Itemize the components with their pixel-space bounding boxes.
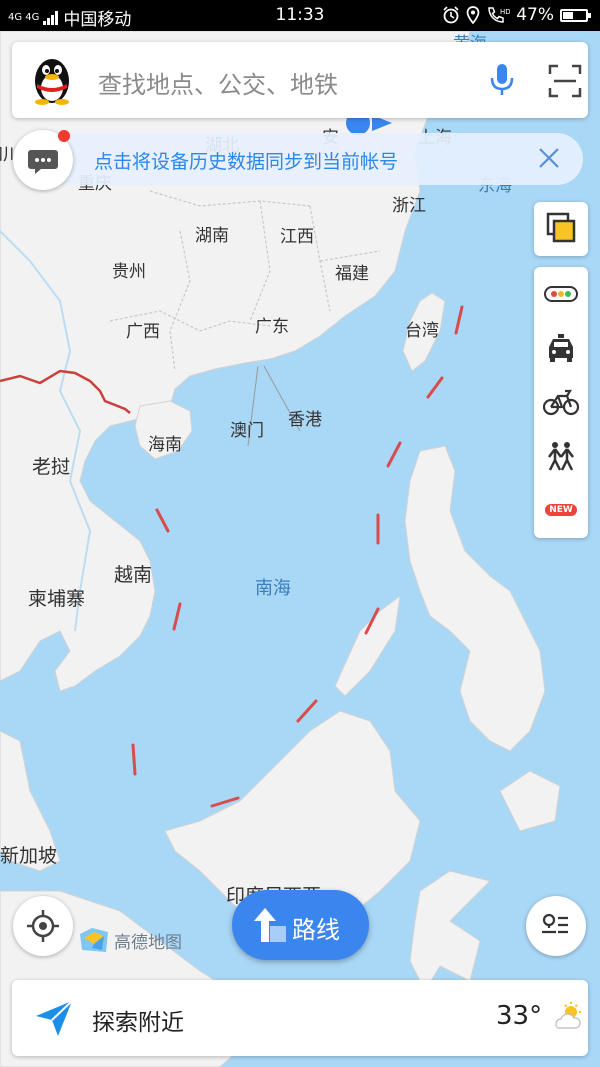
tool-column: NEW bbox=[534, 267, 588, 538]
map-label-hainan: 海南 bbox=[148, 435, 182, 455]
alarm-icon bbox=[443, 6, 459, 24]
route-arrow-icon bbox=[254, 908, 286, 942]
notification-dot bbox=[58, 130, 70, 142]
map-label-fujian: 福建 bbox=[335, 264, 369, 284]
locate-button[interactable] bbox=[13, 896, 73, 956]
map-label-vietnam: 越南 bbox=[114, 564, 153, 586]
map-label-guangdong: 广东 bbox=[255, 317, 289, 337]
amap-logo: 高德地图 bbox=[78, 924, 182, 956]
hd-call-icon: HD bbox=[488, 7, 510, 23]
map-label-zhejiang: 浙江 bbox=[392, 196, 426, 216]
route-label: 路线 bbox=[292, 916, 340, 944]
map-label-jiangxi: 江西 bbox=[280, 227, 314, 247]
microphone-icon[interactable] bbox=[486, 62, 518, 98]
map-label-south-china-sea: 南海 bbox=[255, 578, 291, 599]
map-label-hunan: 湖南 bbox=[195, 226, 229, 246]
map-label-guizhou: 贵州 bbox=[112, 262, 146, 282]
map-label-macau: 澳门 bbox=[230, 421, 264, 441]
status-bar: 4G 4G 中国移动 11:33 HD 47% bbox=[0, 0, 600, 31]
svg-text:HD: HD bbox=[500, 8, 510, 16]
battery-icon bbox=[560, 8, 591, 22]
traffic-icon bbox=[544, 286, 578, 302]
location-icon bbox=[466, 6, 480, 24]
map-label-singapore: 新加坡 bbox=[0, 845, 58, 867]
new-badge: NEW bbox=[545, 504, 577, 516]
map-label-laos: 老挝 bbox=[32, 456, 71, 478]
qq-avatar-icon[interactable] bbox=[28, 54, 76, 106]
close-icon[interactable] bbox=[536, 145, 562, 171]
scan-icon[interactable] bbox=[548, 64, 582, 98]
sync-banner[interactable]: 点击将设备历史数据同步到当前帐号 bbox=[30, 133, 583, 185]
walk-button[interactable] bbox=[534, 429, 588, 483]
taxi-icon bbox=[549, 334, 573, 362]
route-button[interactable]: 路线 bbox=[232, 890, 369, 960]
search-bar[interactable]: 查找地点、公交、地铁 bbox=[12, 42, 588, 118]
traffic-button[interactable] bbox=[534, 267, 588, 321]
explore-nearby-card[interactable]: 探索附近 33° bbox=[12, 980, 588, 1056]
locate-icon bbox=[27, 910, 59, 942]
bike-button[interactable] bbox=[534, 375, 588, 429]
battery-percent: 47% bbox=[516, 5, 554, 25]
amap-logo-text: 高德地图 bbox=[114, 932, 182, 953]
bike-icon bbox=[543, 389, 579, 416]
explore-nearby-label: 探索附近 bbox=[92, 1010, 184, 1036]
amap-logo-icon bbox=[80, 928, 108, 952]
map-label-taiwan: 台湾 bbox=[405, 321, 439, 341]
search-input[interactable]: 查找地点、公交、地铁 bbox=[98, 65, 338, 100]
new-feature-button[interactable]: NEW bbox=[534, 483, 588, 537]
map-label-cambodia: 柬埔寨 bbox=[28, 588, 86, 610]
sync-banner-text[interactable]: 点击将设备历史数据同步到当前帐号 bbox=[94, 147, 398, 174]
layers-button[interactable] bbox=[534, 202, 588, 256]
poi-list-icon bbox=[542, 913, 568, 934]
map-label-hongkong: 香港 bbox=[288, 410, 322, 430]
taxi-button[interactable] bbox=[534, 321, 588, 375]
walk-icon bbox=[548, 442, 574, 471]
layers-icon bbox=[546, 212, 576, 243]
status-right: HD 47% bbox=[442, 5, 591, 25]
send-arrow-icon bbox=[36, 1000, 73, 1036]
temperature: 33° bbox=[496, 1001, 543, 1031]
partly-sunny-icon bbox=[555, 1002, 581, 1029]
list-button[interactable] bbox=[526, 896, 586, 956]
map-label-guangxi: 广西 bbox=[126, 322, 160, 342]
